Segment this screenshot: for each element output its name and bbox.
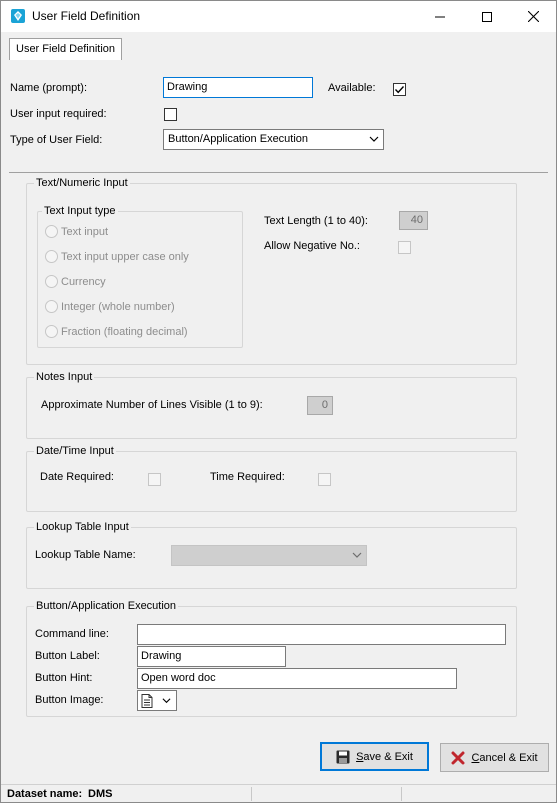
cancel-x-icon [451, 751, 465, 764]
button-hint-label: Button Hint: [35, 672, 93, 684]
text-input-type-title: Text Input type [42, 205, 118, 217]
notes-group-title: Notes Input [34, 371, 95, 383]
document-icon [141, 694, 153, 708]
button-hint-input[interactable]: Open word doc [137, 668, 457, 689]
maximize-icon [482, 11, 492, 22]
separator [9, 172, 548, 173]
cancel-exit-label: Cancel & Exit [471, 752, 537, 764]
date-required-label: Date Required: [40, 471, 114, 483]
radio-text-input-label: Text input [61, 226, 109, 238]
button-image-label: Button Image: [35, 694, 104, 706]
available-label: Available: [328, 82, 376, 94]
lines-visible-input[interactable]: 0 [307, 396, 333, 415]
radio-text-input[interactable] [45, 225, 58, 238]
name-input[interactable]: Drawing [163, 77, 313, 98]
cancel-exit-button[interactable]: Cancel & Exit [440, 743, 549, 772]
dataset-name-value: DMS [88, 788, 113, 800]
allow-negative-label: Allow Negative No.: [264, 240, 360, 252]
time-required-checkbox[interactable] [318, 473, 331, 486]
minimize-icon [435, 16, 445, 17]
radio-currency[interactable] [45, 275, 58, 288]
radio-upper-case[interactable] [45, 250, 58, 263]
save-exit-label: Save & Exit [356, 751, 413, 763]
status-divider [401, 787, 402, 801]
type-of-user-field-value: Button/Application Execution [168, 133, 309, 145]
save-label-rest: ave & Exit [363, 750, 413, 763]
allow-negative-checkbox[interactable] [398, 241, 411, 254]
close-button[interactable] [510, 1, 556, 32]
checkmark-icon [394, 86, 405, 94]
title-bar: User Field Definition [1, 1, 556, 32]
lookup-table-name-select[interactable] [171, 545, 367, 566]
button-label-label: Button Label: [35, 650, 100, 662]
lookup-table-name-label: Lookup Table Name: [35, 549, 136, 561]
type-of-user-field-label: Type of User Field: [10, 134, 103, 146]
button-exec-group-title: Button/Application Execution [34, 600, 179, 612]
type-of-user-field-select[interactable]: Button/Application Execution [163, 129, 384, 150]
button-label-input[interactable]: Drawing [137, 646, 286, 667]
app-icon [11, 9, 25, 23]
name-label: Name (prompt): [10, 82, 88, 94]
status-divider [251, 787, 252, 801]
minimize-button[interactable] [417, 1, 463, 32]
lines-visible-label: Approximate Number of Lines Visible (1 t… [41, 399, 263, 411]
window-title: User Field Definition [32, 9, 141, 23]
dataset-name-label: Dataset name: [7, 788, 83, 800]
text-numeric-group-title: Text/Numeric Input [34, 177, 130, 189]
radio-upper-case-label: Text input upper case only [61, 251, 189, 263]
tab-user-field-definition[interactable]: User Field Definition [9, 38, 123, 60]
save-exit-button[interactable]: Save & Exit [320, 742, 429, 771]
command-line-label: Command line: [35, 628, 109, 640]
command-line-input[interactable] [137, 624, 506, 645]
cancel-label-rest: ancel & Exit [479, 751, 538, 764]
radio-fraction-label: Fraction (floating decimal) [61, 326, 188, 338]
radio-currency-label: Currency [61, 276, 106, 288]
radio-fraction[interactable] [45, 325, 58, 338]
chevron-down-icon [352, 552, 362, 558]
lookup-group-title: Lookup Table Input [34, 521, 131, 533]
text-length-input[interactable]: 40 [399, 211, 428, 230]
date-required-checkbox[interactable] [148, 473, 161, 486]
close-icon [527, 11, 539, 22]
maximize-button[interactable] [464, 1, 510, 32]
datetime-group-title: Date/Time Input [34, 445, 116, 457]
status-bar: Dataset name: DMS [1, 784, 556, 802]
chevron-down-icon [162, 698, 171, 704]
chevron-down-icon [369, 136, 379, 142]
text-length-label: Text Length (1 to 40): [264, 215, 368, 227]
user-field-definition-window: User Field Definition User Field Definit… [0, 0, 557, 803]
button-image-picker[interactable] [137, 690, 177, 711]
floppy-disk-icon [336, 750, 350, 763]
user-input-required-label: User input required: [10, 108, 107, 120]
radio-integer-label: Integer (whole number) [61, 301, 175, 313]
user-input-required-checkbox[interactable] [164, 108, 177, 121]
radio-integer[interactable] [45, 300, 58, 313]
available-checkbox[interactable] [393, 83, 406, 96]
time-required-label: Time Required: [210, 471, 285, 483]
